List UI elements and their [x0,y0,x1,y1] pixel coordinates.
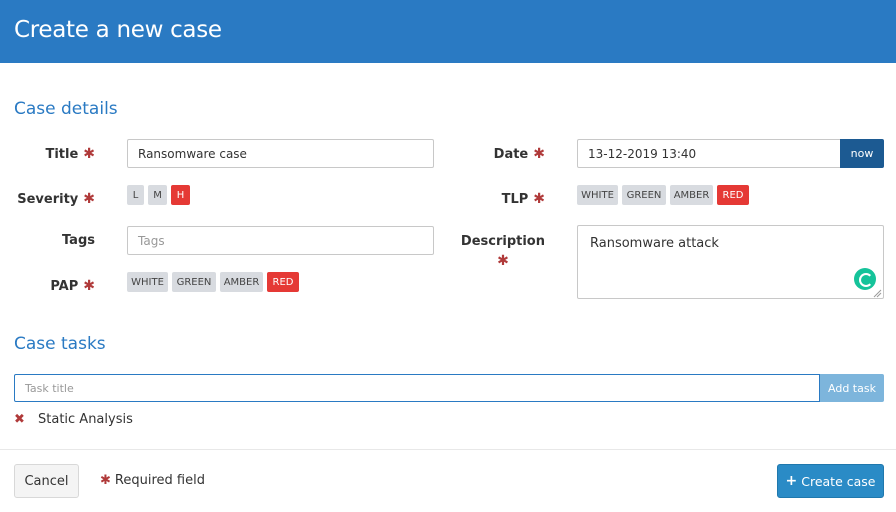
tags-input[interactable]: Tags [127,226,434,255]
modal-title: Create a new case [14,17,222,43]
tlp-label: TLP ✱ [501,191,545,207]
pap-label: PAP ✱ [50,278,95,294]
task-item: ✖ Static Analysis [14,410,133,428]
required-icon: ✱ [83,146,95,162]
title-input[interactable]: Ransomware case [127,139,434,168]
severity-option-l[interactable]: L [127,185,144,205]
required-icon: ✱ [83,191,95,207]
required-icon: ✱ [100,473,111,488]
severity-label: Severity ✱ [17,191,95,207]
plus-icon: + [785,473,798,489]
required-icon: ✱ [533,191,545,207]
required-field-note: ✱ Required field [100,473,205,488]
modal-header: Create a new case [0,0,896,63]
footer-divider [0,449,896,450]
pap-option-amber[interactable]: AMBER [220,272,263,292]
required-icon: ✱ [497,253,509,269]
date-label: Date ✱ [493,146,545,162]
pap-option-white[interactable]: WHITE [127,272,168,292]
cancel-button[interactable]: Cancel [14,464,79,498]
description-label: Description ✱ [460,234,545,269]
remove-task-icon[interactable]: ✖ [14,412,38,427]
severity-option-h[interactable]: H [171,185,190,205]
add-task-button[interactable]: Add task [820,374,884,402]
grammarly-icon[interactable] [854,268,876,290]
task-title-input[interactable]: Task title [14,374,820,402]
tlp-option-red[interactable]: RED [717,185,749,205]
section-case-details: Case details [14,99,118,119]
resize-handle-icon[interactable] [872,288,882,298]
required-icon: ✱ [533,146,545,162]
title-label: Title ✱ [45,146,95,162]
now-button[interactable]: now [840,139,884,168]
description-textarea[interactable]: Ransomware attack [577,225,884,299]
tags-label: Tags [61,233,95,248]
pap-option-red[interactable]: RED [267,272,299,292]
tlp-option-amber[interactable]: AMBER [670,185,713,205]
severity-option-m[interactable]: M [148,185,167,205]
task-item-label: Static Analysis [38,411,133,427]
pap-option-green[interactable]: GREEN [172,272,216,292]
date-input[interactable]: 13-12-2019 13:40 [577,139,841,168]
tlp-option-white[interactable]: WHITE [577,185,618,205]
create-case-button[interactable]: + Create case [777,464,884,498]
section-case-tasks: Case tasks [14,334,106,354]
tlp-option-green[interactable]: GREEN [622,185,666,205]
required-icon: ✱ [83,278,95,294]
